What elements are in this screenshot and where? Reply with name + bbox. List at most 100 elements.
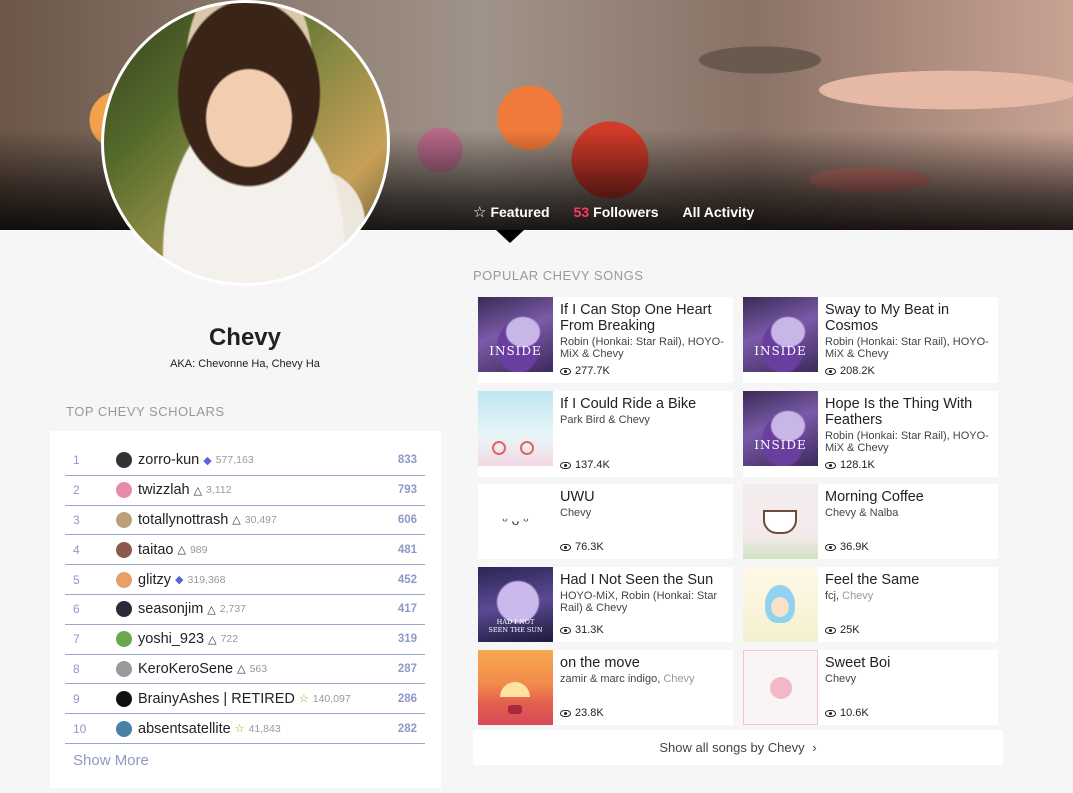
- scholar-rank: 1: [73, 453, 80, 468]
- song-artists-primary: zamir & marc indigo,: [560, 673, 664, 685]
- song-artists-primary: Park Bird & Chevy: [560, 414, 650, 426]
- scholar-points: 793: [397, 484, 417, 497]
- song-cover-art: [743, 567, 818, 642]
- song-card[interactable]: INSIDE Hope Is the Thing With Feathers Rob…: [743, 391, 998, 477]
- scholar-avatar: [116, 720, 132, 737]
- scholar-iq: 41,843: [248, 722, 281, 735]
- scholar-name[interactable]: absentsatellite: [138, 721, 231, 737]
- eye-icon: [560, 367, 571, 375]
- song-views: 31.3K: [560, 624, 604, 636]
- tab-all-activity-label: All Activity: [682, 204, 755, 220]
- scholar-iq: 577,163: [215, 454, 254, 467]
- scholar-rank: 2: [73, 483, 80, 498]
- tab-featured-label: Featured: [490, 204, 550, 220]
- song-card[interactable]: INSIDE Sway to My Beat in Cosmos Robin (Ho…: [743, 297, 998, 383]
- song-artists: Robin (Honkai: Star Rail), HOYO-MiX & Ch…: [560, 336, 727, 360]
- song-cover-art: [743, 484, 818, 559]
- scholar-row[interactable]: 2 twizzlah △ 3,112 793: [65, 476, 425, 506]
- song-cover-art: ᵕ ᴗ ᵕ: [478, 484, 553, 559]
- scholar-name[interactable]: KeroKeroSene: [138, 661, 233, 677]
- eye-icon: [825, 461, 836, 469]
- scholars-section-title: TOP CHEVY SCHOLARS: [66, 404, 225, 419]
- show-all-songs-button[interactable]: Show all songs by Chevy ›: [473, 730, 1003, 765]
- song-card[interactable]: If I Could Ride a Bike Park Bird & Chevy 1…: [478, 391, 733, 477]
- scholar-iq: 989: [189, 543, 208, 556]
- show-more-link[interactable]: Show More: [73, 752, 149, 769]
- eye-icon: [825, 709, 836, 717]
- eye-icon: [560, 709, 571, 717]
- song-title: Hope Is the Thing With Feathers: [825, 396, 973, 428]
- song-cover-art: INSIDE: [743, 391, 818, 466]
- scholar-row[interactable]: 1 zorro-kun ◆ 577,163 833: [65, 446, 425, 476]
- song-title: Sway to My Beat in Cosmos: [825, 302, 950, 334]
- song-title: If I Could Ride a Bike: [560, 396, 697, 412]
- song-artists-primary: Robin (Honkai: Star Rail), HOYO-MiX & Ch…: [825, 336, 989, 360]
- artist-name: Chevy: [208, 324, 282, 351]
- scholar-row[interactable]: 5 glitzy ◆ 319,368 452: [65, 565, 425, 595]
- song-cover-art: INSIDE: [743, 297, 818, 372]
- scholar-avatar: [116, 511, 132, 528]
- show-all-songs-label: Show all songs by Chevy: [659, 740, 805, 755]
- song-views: 277.7K: [560, 365, 610, 377]
- star-icon: ☆: [298, 693, 309, 706]
- tab-followers[interactable]: 53 Followers: [574, 202, 659, 222]
- scholar-name[interactable]: BrainyAshes | RETIRED: [138, 691, 295, 707]
- tab-all-activity[interactable]: All Activity: [683, 202, 755, 222]
- song-card[interactable]: ᵕ ᴗ ᵕ UWU Chevy 76.3K: [478, 484, 733, 559]
- scholar-name[interactable]: zorro-kun: [138, 452, 199, 468]
- scholar-row[interactable]: 8 KeroKeroSene △ 563 287: [65, 655, 425, 685]
- song-artists: fcj, Chevy: [825, 590, 992, 602]
- scholar-rank: 8: [73, 661, 80, 676]
- song-cover-art: [478, 650, 553, 725]
- scholar-name[interactable]: twizzlah: [138, 482, 190, 498]
- scholar-name[interactable]: yoshi_923: [138, 631, 204, 647]
- scholar-row[interactable]: 6 seasonjim △ 2,737 417: [65, 595, 425, 625]
- song-views: 208.2K: [825, 365, 875, 377]
- song-card[interactable]: HAD I NOT SEEN THE SUN Had I Not Seen the …: [478, 567, 733, 642]
- song-views: 25K: [825, 624, 860, 636]
- triangle-icon: △: [207, 603, 216, 616]
- song-card[interactable]: Feel the Same fcj, Chevy 25K: [743, 567, 998, 642]
- scholar-avatar: [116, 601, 132, 618]
- scholar-iq: 3,112: [206, 484, 232, 497]
- followers-count: 53: [573, 204, 590, 220]
- scholar-iq: 140,097: [312, 692, 351, 705]
- eye-icon: [825, 543, 836, 551]
- scholar-name[interactable]: taitao: [138, 542, 173, 558]
- diamond-icon: ◆: [175, 574, 184, 587]
- song-artists-primary: fcj,: [825, 590, 843, 602]
- song-card[interactable]: Morning Coffee Chevy & Nalba 36.9K: [743, 484, 998, 559]
- song-artists-secondary: Chevy: [842, 590, 874, 602]
- scholar-row[interactable]: 9 BrainyAshes | RETIRED ☆ 140,097 286: [65, 684, 425, 715]
- scholar-name[interactable]: totallynottrash: [138, 512, 228, 528]
- song-title: Sweet Boi: [825, 655, 891, 671]
- song-card[interactable]: INSIDE If I Can Stop One Heart From Break…: [478, 297, 733, 383]
- song-artists: HOYO-MiX, Robin (Honkai: Star Rail) & Ch…: [560, 590, 727, 614]
- song-views-count: 277.7K: [575, 365, 610, 377]
- chevron-right-icon: ›: [812, 740, 817, 755]
- profile-tabs: ☆ Featured 53 Followers All Activity: [473, 202, 754, 222]
- song-artists-primary: Robin (Honkai: Star Rail), HOYO-MiX & Ch…: [560, 336, 724, 360]
- scholar-row[interactable]: 4 taitao △ 989 481: [65, 535, 425, 566]
- scholar-iq: 722: [220, 633, 239, 646]
- song-cover-art: INSIDE: [478, 297, 553, 372]
- eye-icon: [825, 626, 836, 634]
- song-artists-primary: Chevy: [560, 507, 592, 519]
- scholar-row[interactable]: 10 absentsatellite ☆ 41,843 282: [65, 714, 425, 744]
- scholar-name[interactable]: glitzy: [138, 572, 171, 588]
- scholars-list: 1 zorro-kun ◆ 577,163 833 2 twizzlah △ 3,112 793 3…: [65, 446, 425, 744]
- song-views-count: 208.2K: [840, 365, 875, 377]
- song-views-count: 23.8K: [575, 707, 604, 719]
- tab-featured[interactable]: ☆ Featured: [473, 202, 550, 222]
- tab-followers-label: Followers: [593, 204, 659, 220]
- song-views-count: 31.3K: [575, 624, 604, 636]
- scholar-name[interactable]: seasonjim: [138, 601, 203, 617]
- scholar-row[interactable]: 7 yoshi_923 △ 722 319: [65, 625, 425, 655]
- song-card[interactable]: on the move zamir & marc indigo, Chevy 23.…: [478, 650, 733, 725]
- scholar-rank: 7: [73, 632, 80, 647]
- song-card[interactable]: Sweet Boi Chevy 10.6K: [743, 650, 998, 725]
- scholar-row[interactable]: 3 totallynottrash △ 30,497 606: [65, 506, 425, 536]
- star-icon: ☆: [234, 723, 245, 736]
- scholar-rank: 10: [73, 721, 87, 736]
- eye-icon: [560, 626, 571, 634]
